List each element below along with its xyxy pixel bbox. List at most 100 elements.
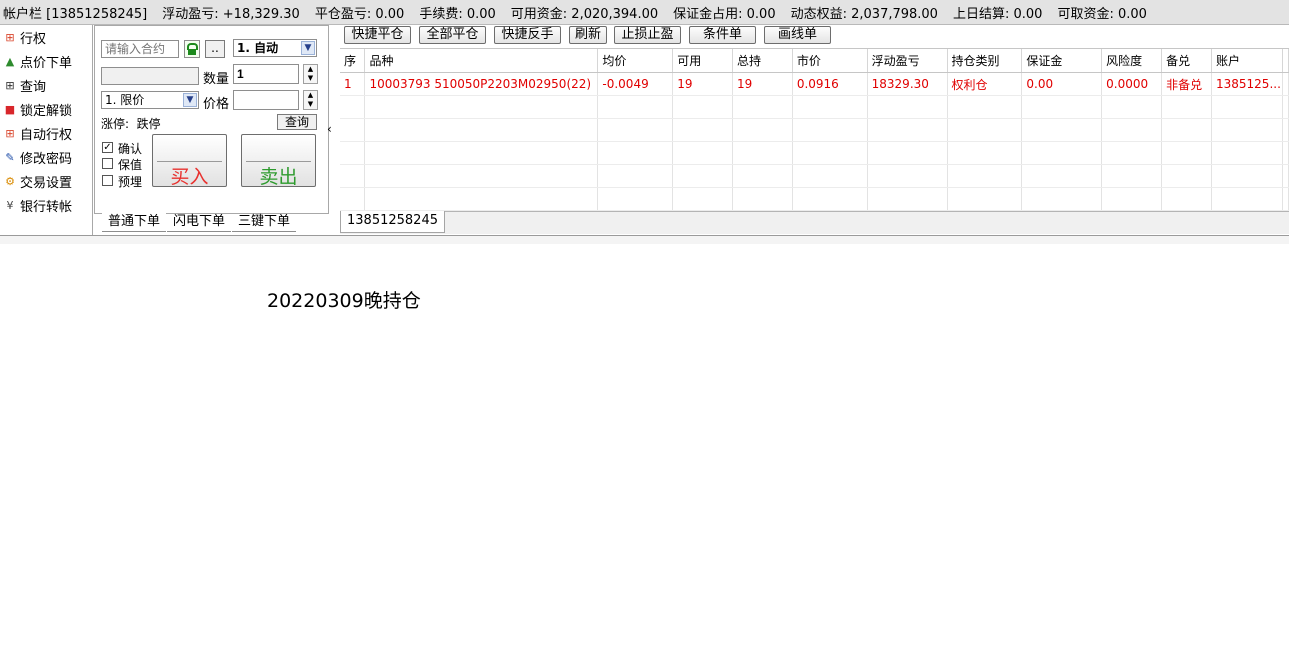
caption-text: 20220309晚持仓: [267, 290, 421, 312]
hedge-label: 保值: [118, 158, 143, 172]
col-header-instrument[interactable]: 品种: [364, 49, 599, 73]
tab-normal-order[interactable]: 普通下单: [102, 213, 167, 232]
cell-instrument: 10003793 510050P2203M02950(22): [364, 72, 599, 96]
chevron-down-icon: ▼: [301, 41, 315, 55]
menu-label: 点价下单: [20, 55, 73, 71]
cell-account: 1385125...: [1211, 72, 1283, 96]
menu-label: 自动行权: [20, 127, 73, 143]
last-settlement: 上日结算: 0.00: [952, 6, 1043, 22]
col-header-floating-pnl[interactable]: 浮动盈亏: [867, 49, 948, 73]
buy-button[interactable]: 买入: [152, 134, 227, 188]
price-stepper[interactable]: ▲ ▼: [303, 90, 318, 110]
close-all-button[interactable]: 全部平仓: [419, 26, 486, 44]
settings-icon: ⚙: [5, 174, 15, 188]
qty-stepper[interactable]: ▲ ▼: [303, 64, 318, 84]
tab-flash-order[interactable]: 闪电下单: [167, 213, 232, 232]
price-type-value: 1. 限价: [105, 93, 145, 107]
contract-input[interactable]: [101, 40, 179, 58]
table-row: [340, 164, 1289, 188]
col-header-risk[interactable]: 风险度: [1101, 49, 1163, 73]
cell-total: 19: [732, 72, 793, 96]
quick-reverse-button[interactable]: 快捷反手: [494, 26, 561, 44]
col-header-total[interactable]: 总持: [732, 49, 793, 73]
check-icon: ✓: [103, 142, 112, 153]
dynamic-equity: 动态权益: 2,037,798.00: [790, 6, 938, 22]
sell-label: 卖出: [259, 166, 298, 188]
refresh-button[interactable]: 刷新: [569, 26, 607, 44]
mode-select-value: 1. 自动: [237, 41, 279, 55]
order-panel: .. 1. 自动 ▼ 数量 ▲▼ 1. 限价 ▼ 价格 ▲▼ 涨停: 跌停 查询…: [94, 25, 329, 214]
left-menu: ⊞ 行权 ▲ 点价下单 ⊞ 查询 ■ 锁定解锁 ⊞ 自动行权 ✎ 修改密码 ⚙ …: [0, 25, 93, 235]
col-header-avg-price[interactable]: 均价: [597, 49, 674, 73]
close-pnl: 平仓盈亏: 0.00: [314, 6, 405, 22]
withdrawable-funds: 可取资金: 0.00: [1057, 6, 1147, 22]
bottom-tab-strip: [0, 235, 1289, 244]
table-row: [340, 118, 1289, 142]
edit-password-icon: ✎: [5, 150, 15, 164]
sell-button[interactable]: 卖出: [241, 134, 316, 188]
col-header-index[interactable]: 序: [340, 49, 366, 73]
cell-market-price: 0.0916: [792, 72, 868, 96]
price-type-select[interactable]: 1. 限价 ▼: [101, 91, 199, 109]
limit-price-text: 涨停: 跌停: [101, 117, 161, 131]
col-header-account[interactable]: 账户: [1211, 49, 1283, 73]
col-header-spacer: [1282, 49, 1289, 73]
tab-account[interactable]: 13851258245: [340, 211, 445, 233]
positions-table: 序 品种 均价 可用 总持 市价 浮动盈亏 持仓类别 保证金 风险度 备兑 账户…: [340, 48, 1289, 212]
cell-covered: 非备兑: [1161, 72, 1212, 96]
collapse-arrow-icon[interactable]: ‹: [327, 122, 332, 136]
conditional-order-button[interactable]: 条件单: [689, 26, 756, 44]
confirm-label: 确认: [118, 142, 143, 156]
qty-input[interactable]: [233, 64, 299, 84]
table-row[interactable]: 1 10003793 510050P2203M02950(22) -0.0049…: [340, 72, 1289, 96]
menu-item-price-order[interactable]: ▲ 点价下单: [0, 49, 92, 73]
col-header-margin[interactable]: 保证金: [1021, 49, 1103, 73]
cell-floating-pnl: 18329.30: [867, 72, 948, 96]
query-icon: ⊞: [5, 78, 15, 92]
menu-item-lock[interactable]: ■ 锁定解锁: [0, 97, 92, 121]
menu-item-exercise[interactable]: ⊞ 行权: [0, 25, 92, 49]
preset-checkbox[interactable]: [102, 175, 113, 186]
menu-label: 行权: [20, 31, 47, 47]
bank-transfer-icon: ¥: [6, 198, 14, 212]
query-button[interactable]: 查询: [277, 114, 317, 130]
contract-picker-button[interactable]: ..: [205, 40, 225, 58]
stop-loss-button[interactable]: 止损止盈: [614, 26, 681, 44]
menu-item-auto-exercise[interactable]: ⊞ 自动行权: [0, 121, 92, 145]
margin-used: 保证金占用: 0.00: [673, 6, 776, 22]
lock-toggle[interactable]: [184, 40, 200, 58]
line-order-button[interactable]: 画线单: [764, 26, 831, 44]
quick-close-button[interactable]: 快捷平仓: [344, 26, 411, 44]
table-row: [340, 187, 1289, 211]
cell-risk: 0.0000: [1101, 72, 1163, 96]
col-header-position-type[interactable]: 持仓类别: [947, 49, 1023, 73]
fee: 手续费: 0.00: [419, 6, 496, 22]
tab-three-key-order[interactable]: 三键下单: [232, 213, 297, 232]
menu-label: 银行转帐: [20, 199, 73, 215]
account-bar: 帐户栏 [13851258245] 浮动盈亏: +18,329.30 平仓盈亏:…: [0, 0, 1289, 25]
menu-item-query[interactable]: ⊞ 查询: [0, 73, 92, 97]
menu-item-change-password[interactable]: ✎ 修改密码: [0, 145, 92, 169]
available-funds: 可用资金: 2,020,394.00: [510, 6, 659, 22]
account-tab-strip: [340, 211, 1289, 234]
mode-select[interactable]: 1. 自动 ▼: [233, 39, 317, 57]
menu-item-bank-transfer[interactable]: ¥ 银行转帐: [0, 193, 92, 217]
price-input[interactable]: [233, 90, 299, 110]
price-label: 价格: [203, 97, 230, 112]
auto-exercise-icon: ⊞: [5, 126, 15, 140]
col-header-covered[interactable]: 备兑: [1161, 49, 1212, 73]
menu-label: 查询: [20, 79, 47, 95]
hedge-checkbox[interactable]: [102, 158, 113, 169]
col-header-available[interactable]: 可用: [672, 49, 734, 73]
price-order-icon: ▲: [5, 54, 15, 68]
confirm-checkbox[interactable]: ✓: [102, 142, 113, 153]
col-header-market-price[interactable]: 市价: [792, 49, 868, 73]
lock-icon: ■: [4, 102, 16, 116]
table-row: [340, 95, 1289, 119]
floating-pnl: 浮动盈亏: +18,329.30: [162, 6, 300, 22]
menu-label: 交易设置: [20, 175, 73, 191]
cell-position-type: 权利仓: [947, 72, 1023, 96]
buy-label: 买入: [170, 166, 209, 188]
menu-item-trade-settings[interactable]: ⚙ 交易设置: [0, 169, 92, 193]
chevron-down-icon: ▼: [183, 93, 197, 107]
